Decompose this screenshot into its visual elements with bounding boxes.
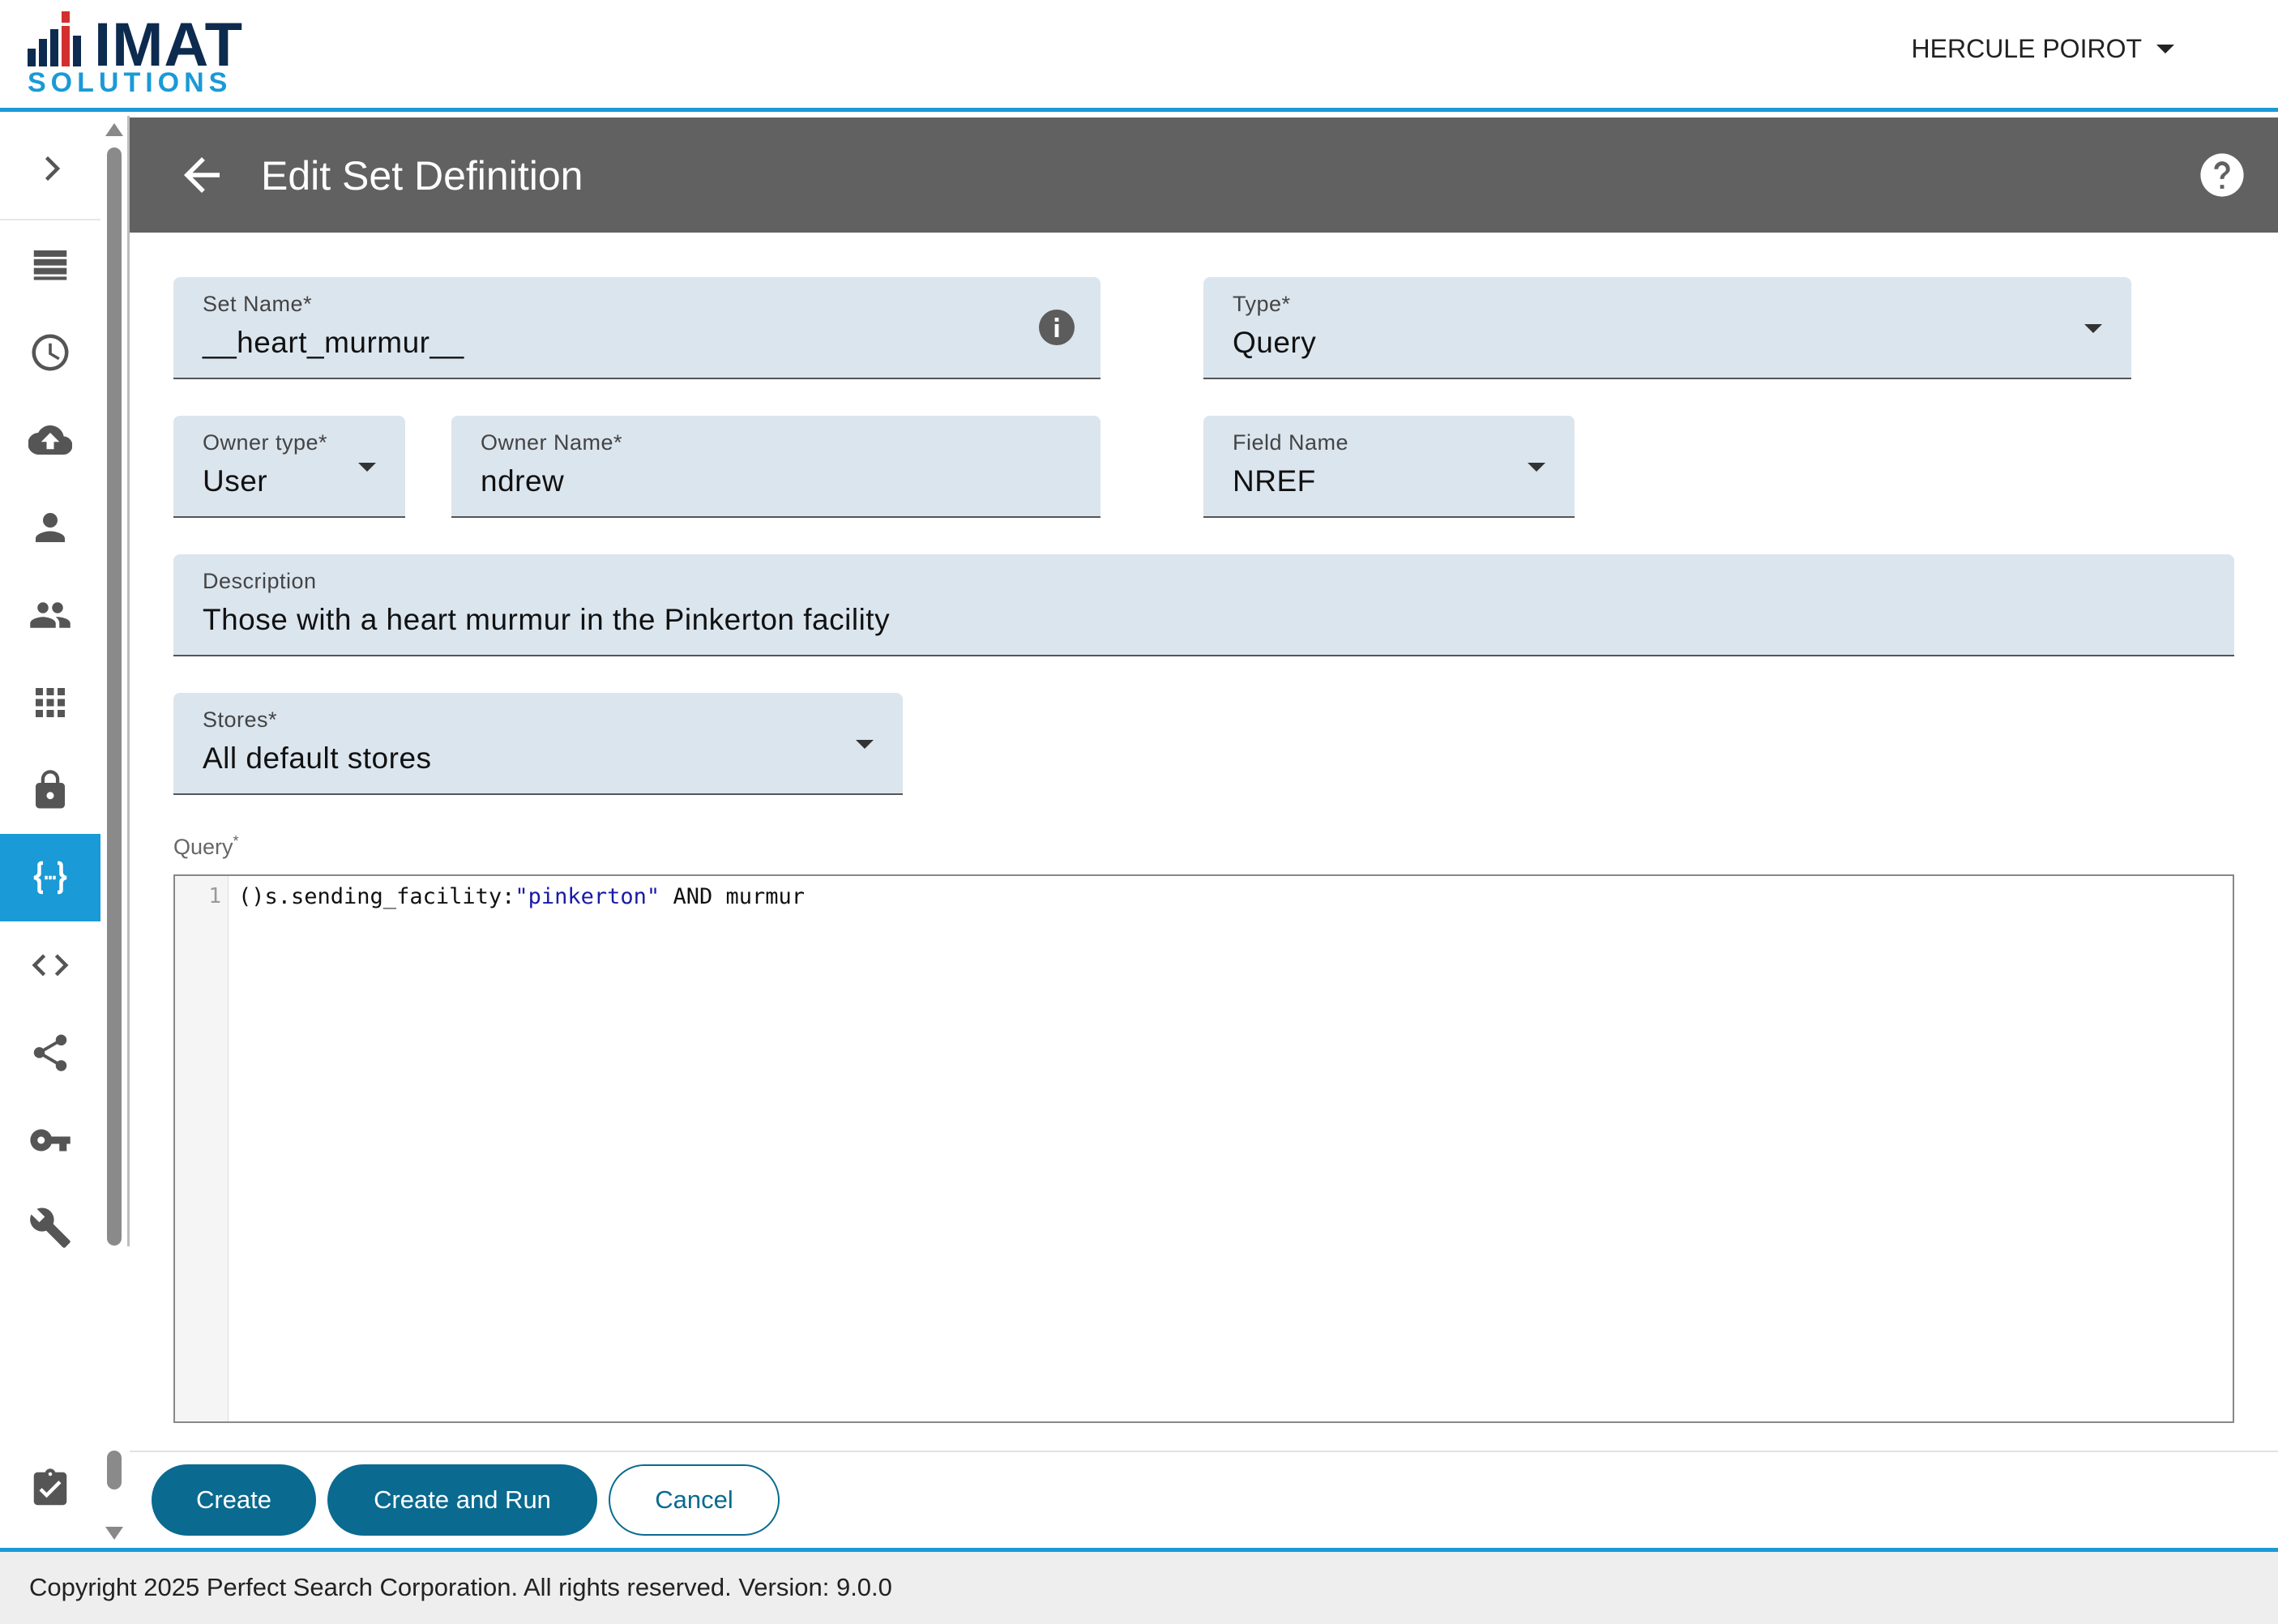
- query-label: Query*: [173, 833, 239, 860]
- type-label: Type*: [1233, 292, 1291, 316]
- owner-name-value[interactable]: ndrew: [481, 463, 564, 500]
- owner-type-label: Owner type*: [203, 430, 328, 455]
- help-circle-icon: [2200, 153, 2244, 197]
- owner-type-select[interactable]: Owner type* User: [173, 416, 405, 518]
- sidebar-scrollbar-thumb[interactable]: [107, 147, 122, 1246]
- logo-text-bottom: SOLUTIONS: [28, 67, 233, 98]
- sidebar-divider: [0, 219, 100, 220]
- copyright-text: Copyright 2025 Perfect Search Corporatio…: [29, 1573, 892, 1601]
- help-button[interactable]: [2199, 152, 2246, 199]
- code-line[interactable]: ()s.sending_facility:"pinkerton" AND mur…: [238, 884, 805, 909]
- person-icon: [36, 513, 65, 542]
- arrow-back-icon: [184, 157, 220, 193]
- cancel-button[interactable]: Cancel: [609, 1464, 780, 1536]
- caret-down-icon: [2156, 45, 2174, 53]
- page-title: Edit Set Definition: [261, 153, 583, 199]
- type-value: Query: [1233, 326, 1317, 359]
- sidebar-item-groups[interactable]: [0, 571, 100, 659]
- list-icon: [33, 250, 67, 280]
- info-icon[interactable]: [1037, 308, 1076, 347]
- sidebar: [0, 116, 100, 1548]
- set-name-label: Set Name*: [203, 292, 313, 316]
- actions-divider: [130, 1451, 2278, 1452]
- sidebar-item-apps[interactable]: [0, 659, 100, 746]
- owner-type-value: User: [203, 464, 268, 498]
- code-token-string: "pinkerton": [515, 884, 660, 909]
- code-token-prefix: ()s.sending_facility:: [238, 884, 515, 909]
- owner-name-label: Owner Name*: [481, 430, 623, 455]
- caret-down-icon: [856, 740, 874, 749]
- query-required-mark: *: [233, 833, 239, 849]
- scroll-down-arrow[interactable]: [105, 1527, 123, 1540]
- top-header: IMAT SOLUTIONS HERCULE POIROT: [0, 0, 2278, 112]
- sidebar-item-history[interactable]: [0, 309, 100, 396]
- description-label: Description: [203, 569, 317, 593]
- sidebar-item-keys[interactable]: [0, 1096, 100, 1184]
- field-name-label: Field Name: [1233, 430, 1349, 455]
- sidebar-item-security[interactable]: [0, 746, 100, 834]
- cloud-upload-icon: [28, 425, 72, 455]
- set-name-field[interactable]: Set Name* __heart_murmur__: [173, 277, 1101, 379]
- logo-text-top: IMAT: [94, 11, 244, 79]
- code-token-suffix: AND murmur: [660, 884, 805, 909]
- create-and-run-button[interactable]: Create and Run: [327, 1464, 597, 1536]
- stores-label: Stores*: [203, 707, 278, 732]
- type-select[interactable]: Type* Query: [1203, 277, 2131, 379]
- code-icon: [32, 954, 69, 977]
- user-menu[interactable]: HERCULE POIROT: [1912, 34, 2174, 64]
- description-value[interactable]: Those with a heart murmur in the Pinkert…: [203, 601, 890, 639]
- set-name-value[interactable]: __heart_murmur__: [203, 324, 464, 361]
- scroll-up-arrow[interactable]: [105, 123, 123, 136]
- apps-grid-icon: [36, 688, 65, 717]
- description-field[interactable]: Description Those with a heart murmur in…: [173, 554, 2234, 656]
- caret-down-icon: [2084, 324, 2102, 333]
- sidebar-edge: [127, 116, 130, 1246]
- sidebar-item-upload[interactable]: [0, 396, 100, 484]
- stores-select[interactable]: Stores* All default stores: [173, 693, 903, 795]
- field-name-value: NREF: [1233, 464, 1316, 498]
- caret-down-icon: [1528, 463, 1545, 472]
- query-label-text: Query: [173, 835, 233, 859]
- share-icon: [33, 1034, 67, 1071]
- people-icon: [30, 602, 71, 628]
- stores-value: All default stores: [203, 741, 432, 775]
- history-icon: [32, 334, 69, 371]
- sidebar-item-user[interactable]: [0, 484, 100, 571]
- page-titlebar: Edit Set Definition: [130, 118, 2278, 233]
- imat-logo[interactable]: IMAT SOLUTIONS: [28, 11, 254, 97]
- sidebar-item-code[interactable]: [0, 921, 100, 1009]
- sidebar-expand[interactable]: [0, 125, 100, 212]
- sidebar-item-list[interactable]: [0, 221, 100, 309]
- query-editor[interactable]: 1 ()s.sending_facility:"pinkerton" AND m…: [173, 874, 2234, 1423]
- create-button[interactable]: Create: [152, 1464, 316, 1536]
- chevron-right-icon: [45, 156, 61, 182]
- owner-name-field[interactable]: Owner Name* ndrew: [451, 416, 1101, 518]
- caret-down-icon: [358, 463, 376, 472]
- curly-braces-icon: [33, 861, 67, 895]
- editor-gutter: 1: [175, 876, 229, 1421]
- footer: Copyright 2025 Perfect Search Corporatio…: [0, 1548, 2278, 1624]
- key-icon: [30, 1129, 71, 1152]
- sidebar-item-share[interactable]: [0, 1009, 100, 1096]
- logo-bars-icon: [28, 11, 81, 66]
- sidebar-item-tasks[interactable]: [0, 1445, 100, 1532]
- lock-icon: [36, 770, 65, 809]
- field-name-select[interactable]: Field Name NREF: [1203, 416, 1575, 518]
- wrench-icon: [30, 1207, 71, 1248]
- line-number: 1: [208, 884, 221, 908]
- sidebar-item-set-definitions[interactable]: [0, 834, 100, 921]
- user-name: HERCULE POIROT: [1911, 34, 2142, 63]
- clipboard-check-icon: [33, 1468, 67, 1506]
- sidebar-scrollbar-thumb-lower[interactable]: [107, 1451, 122, 1489]
- sidebar-item-tools[interactable]: [0, 1184, 100, 1271]
- back-button[interactable]: [175, 148, 229, 202]
